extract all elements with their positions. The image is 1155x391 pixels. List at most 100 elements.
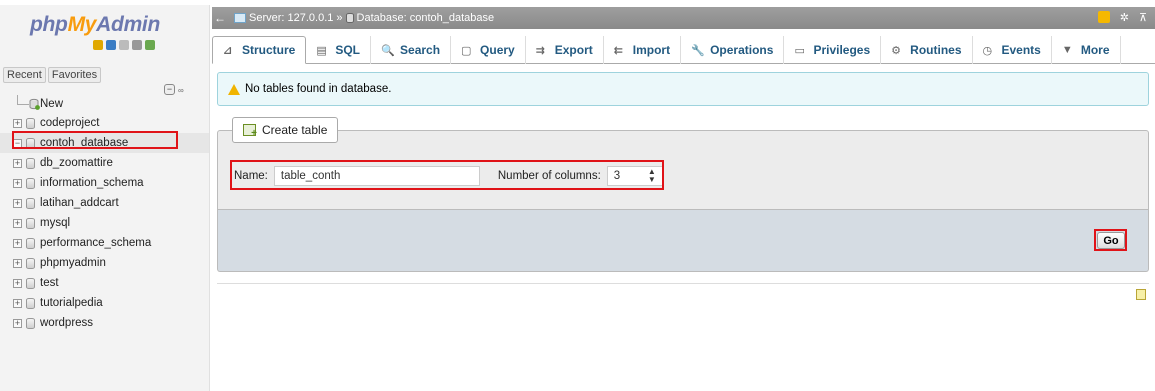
expand-icon[interactable]: +	[13, 218, 22, 228]
database-icon	[26, 257, 35, 269]
maximize-icon[interactable]: ⊼	[1139, 11, 1147, 24]
tab-query[interactable]: ▢ Query	[451, 36, 526, 64]
tab-label: Privileges	[813, 43, 871, 57]
tree-item-information-schema[interactable]: + information_schema	[0, 173, 209, 193]
tree-item-tutorialpedia[interactable]: + tutorialpedia	[0, 293, 209, 313]
lock-icon[interactable]	[1097, 11, 1110, 23]
tree-item-codeproject[interactable]: + codeproject	[0, 113, 209, 133]
tree-item-latihan-addcart[interactable]: + latihan_addcart	[0, 193, 209, 213]
tab-privileges[interactable]: ▭ Privileges	[784, 36, 882, 64]
favorites-tab[interactable]: Favorites	[47, 67, 102, 83]
console-note-icon[interactable]	[1136, 289, 1146, 300]
expand-icon[interactable]: +	[13, 198, 22, 208]
breadcrumb-server[interactable]: Server: 127.0.0.1	[249, 12, 333, 24]
tree-item-contoh-database[interactable]: − contoh_database	[0, 131, 209, 153]
home-icon[interactable]	[93, 40, 103, 50]
tab-operations[interactable]: 🔧 Operations	[681, 36, 785, 64]
expand-icon[interactable]: +	[13, 278, 22, 288]
tree-item-label: codeproject	[40, 117, 100, 129]
tab-label: Export	[554, 43, 593, 57]
operations-icon: 🔧	[691, 45, 705, 57]
tab-routines[interactable]: ⚙ Routines	[881, 36, 973, 64]
create-table-icon	[243, 124, 257, 139]
new-database-icon	[29, 98, 40, 110]
gear-icon[interactable]: ✲	[1120, 11, 1129, 24]
tab-label: SQL	[335, 43, 361, 57]
expand-icon[interactable]: +	[13, 118, 22, 128]
tree-item-label: latihan_addcart	[40, 197, 119, 209]
expand-icon[interactable]: +	[13, 298, 22, 308]
structure-icon: ⊿	[223, 45, 233, 57]
tree-item-label: New	[40, 98, 64, 110]
collapse-navigation-icon[interactable]: ←	[212, 11, 228, 25]
tab-search[interactable]: 🔍 Search	[371, 36, 452, 64]
breadcrumb: Server: 127.0.0.1 » Database: contoh_dat…	[234, 12, 494, 24]
database-icon	[26, 217, 35, 229]
tree-item-label: db_zoomattire	[40, 157, 113, 169]
go-highlight	[1094, 229, 1127, 251]
sql-icon: ▤	[316, 45, 327, 57]
expand-icon[interactable]: +	[13, 178, 22, 188]
phpmyadmin-logo[interactable]: phpMyAdmin	[30, 13, 160, 37]
breadcrumb-bar: ← Server: 127.0.0.1 » Database: contoh_d…	[212, 7, 1155, 29]
create-table-title: Create table	[262, 123, 328, 137]
database-icon	[26, 117, 35, 129]
link-icon[interactable]: ∞	[178, 86, 189, 95]
tree-item-label: wordpress	[40, 317, 94, 329]
expand-icon[interactable]: +	[13, 158, 22, 168]
notice-box: No tables found in database.	[217, 72, 1149, 106]
tab-structure[interactable]: ⊿ Structure	[212, 36, 307, 64]
database-icon	[345, 13, 354, 23]
export-icon: ⇉	[535, 45, 545, 57]
tree-item-wordpress[interactable]: + wordpress	[0, 313, 209, 333]
tab-label: Routines	[910, 43, 962, 57]
logo-php: php	[30, 13, 68, 36]
tree-item-new[interactable]: New	[0, 95, 209, 113]
divider	[217, 283, 1149, 284]
tree-item-phpmyadmin[interactable]: + phpmyadmin	[0, 253, 209, 273]
expand-icon[interactable]: +	[13, 258, 22, 268]
tree-item-test[interactable]: + test	[0, 273, 209, 293]
settings-icon[interactable]	[132, 40, 142, 50]
topbar-right-icons: ✲ ⊼	[1097, 11, 1147, 24]
database-icon	[26, 297, 35, 309]
tab-import[interactable]: ⇇ Import	[604, 36, 682, 64]
reload-icon[interactable]	[145, 40, 155, 50]
selected-database-highlight	[12, 131, 178, 149]
tab-more[interactable]: ▼ More	[1052, 36, 1121, 64]
docs-icon[interactable]	[119, 40, 129, 50]
logo-admin: Admin	[96, 13, 160, 36]
import-icon: ⇇	[613, 45, 623, 57]
server-icon	[234, 13, 246, 23]
tab-label: Import	[632, 43, 671, 57]
query-icon: ▢	[461, 45, 472, 57]
logo-my: My	[67, 13, 97, 36]
recent-tab[interactable]: Recent	[3, 67, 46, 83]
create-table-footer	[217, 210, 1149, 272]
tab-events[interactable]: ◷ Events	[973, 36, 1052, 64]
notice-text: No tables found in database.	[245, 83, 392, 95]
tab-export[interactable]: ⇉ Export	[526, 36, 604, 64]
expand-icon[interactable]: +	[13, 318, 22, 328]
tree-item-label: phpmyadmin	[40, 257, 106, 269]
tree-item-db-zoomattire[interactable]: + db_zoomattire	[0, 153, 209, 173]
tree-item-label: performance_schema	[40, 237, 152, 249]
logout-icon[interactable]	[106, 40, 116, 50]
tab-label: Events	[1001, 43, 1041, 57]
breadcrumb-database[interactable]: Database: contoh_database	[357, 12, 495, 24]
tree-controls: − ∞	[164, 84, 189, 95]
expand-icon[interactable]: +	[13, 238, 22, 248]
collapse-all-icon[interactable]: −	[164, 84, 175, 95]
tab-label: More	[1080, 43, 1110, 57]
create-table-legend: Create table	[232, 117, 339, 143]
tree-item-mysql[interactable]: + mysql	[0, 213, 209, 233]
tab-label: Query	[480, 43, 515, 57]
database-icon	[26, 277, 35, 289]
tab-label: Search	[400, 43, 441, 57]
warning-icon	[228, 83, 240, 95]
tab-label: Structure	[242, 43, 296, 57]
tree-item-performance-schema[interactable]: + performance_schema	[0, 233, 209, 253]
events-icon: ◷	[982, 45, 993, 57]
tab-sql[interactable]: ▤ SQL	[306, 36, 372, 64]
breadcrumb-separator: »	[336, 12, 343, 24]
